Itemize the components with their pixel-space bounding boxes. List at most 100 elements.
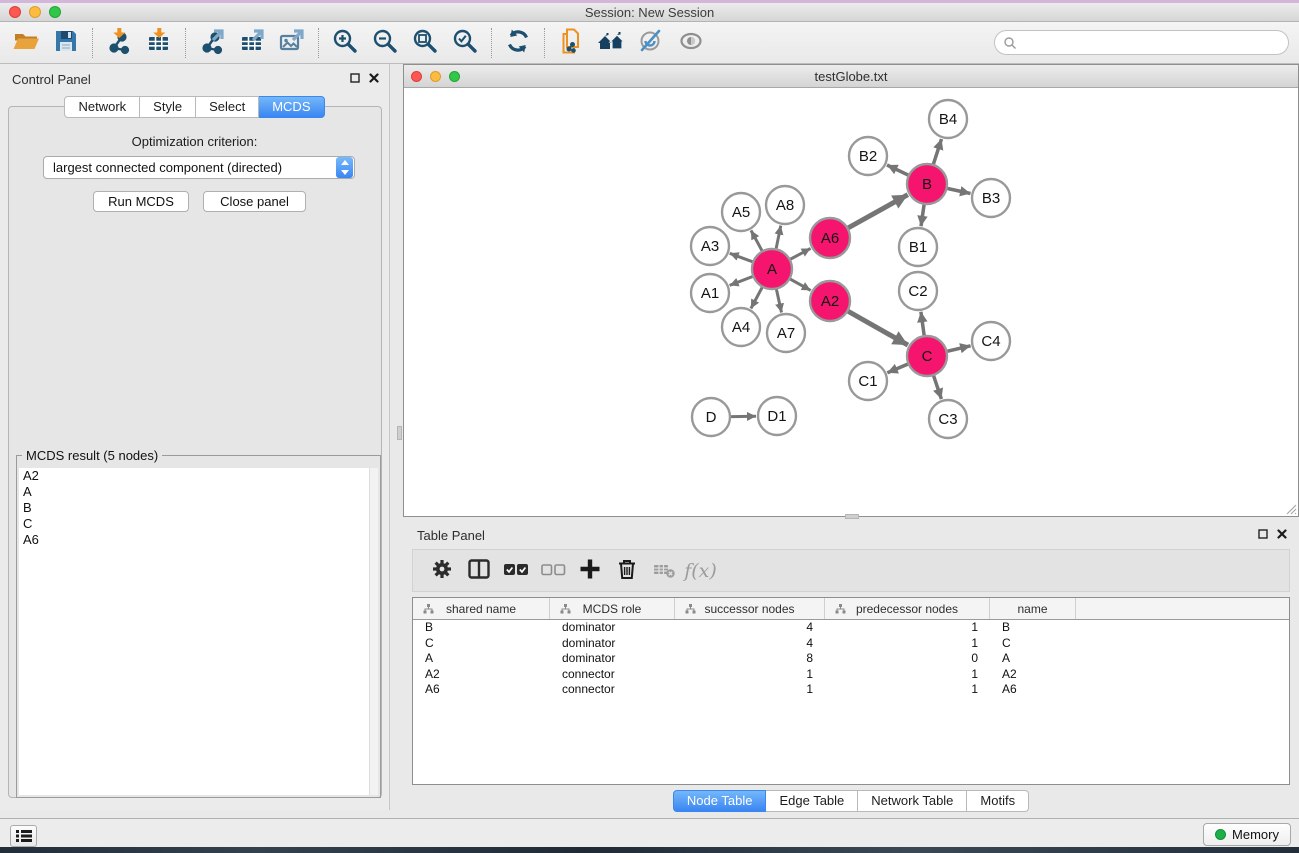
export-table-button[interactable] <box>232 25 272 61</box>
tab-mcds[interactable]: MCDS <box>259 96 324 118</box>
tab-style[interactable]: Style <box>140 96 196 118</box>
resize-grip-icon[interactable] <box>1283 501 1297 515</box>
table-cell[interactable]: connector <box>550 667 675 683</box>
column-header-successor-nodes[interactable]: successor nodes <box>675 598 825 619</box>
table-cell[interactable]: 4 <box>675 620 825 636</box>
network-node-D1[interactable]: D1 <box>758 397 796 435</box>
vizmapper-button[interactable] <box>631 25 671 61</box>
save-session-button[interactable] <box>46 25 86 61</box>
export-image-button[interactable] <box>272 25 312 61</box>
refresh-button[interactable] <box>498 25 538 61</box>
network-node-C3[interactable]: C3 <box>929 400 967 438</box>
network-node-A3[interactable]: A3 <box>691 227 729 265</box>
show-hide-button[interactable] <box>671 25 711 61</box>
network-node-A5[interactable]: A5 <box>722 193 760 231</box>
zoom-in-button[interactable] <box>325 25 365 61</box>
network-node-A1[interactable]: A1 <box>691 274 729 312</box>
network-node-D[interactable]: D <box>692 398 730 436</box>
zoom-selected-button[interactable] <box>445 25 485 61</box>
table-cell[interactable]: 8 <box>675 651 825 667</box>
table-cell[interactable]: B <box>990 620 1076 636</box>
table-cell[interactable]: 0 <box>825 651 990 667</box>
float-panel-button[interactable] <box>350 73 360 83</box>
table-cell[interactable]: 1 <box>675 682 825 698</box>
columns-button[interactable] <box>460 553 497 589</box>
result-item[interactable]: B <box>19 500 369 516</box>
network-node-A7[interactable]: A7 <box>767 314 805 352</box>
table-row[interactable]: Bdominator41B <box>413 620 1289 636</box>
select-all-button[interactable] <box>497 553 534 589</box>
add-row-button[interactable] <box>571 553 608 589</box>
duplicate-network-button[interactable] <box>551 25 591 61</box>
column-header-MCDS-role[interactable]: MCDS role <box>550 598 675 619</box>
deselect-all-button[interactable] <box>534 553 571 589</box>
column-header-shared-name[interactable]: shared name <box>413 598 550 619</box>
network-node-A2[interactable]: A2 <box>810 281 850 321</box>
table-cell[interactable]: dominator <box>550 620 675 636</box>
tab-node-table[interactable]: Node Table <box>673 790 767 812</box>
table-cell[interactable]: C <box>413 636 550 652</box>
delete-row-button[interactable] <box>608 553 645 589</box>
table-cell[interactable]: A2 <box>413 667 550 683</box>
settings-button[interactable] <box>423 553 460 589</box>
search-field[interactable] <box>994 30 1289 55</box>
result-item[interactable]: A2 <box>19 468 369 484</box>
import-network-button[interactable] <box>99 25 139 61</box>
table-cell[interactable]: 1 <box>825 667 990 683</box>
table-cell[interactable]: A <box>413 651 550 667</box>
table-cell[interactable]: 4 <box>675 636 825 652</box>
network-node-B3[interactable]: B3 <box>972 179 1010 217</box>
result-item[interactable]: A6 <box>19 532 369 548</box>
export-network-button[interactable] <box>192 25 232 61</box>
criterion-dropdown[interactable]: largest connected component (directed) <box>43 156 355 179</box>
memory-button[interactable]: Memory <box>1203 823 1291 846</box>
table-row[interactable]: A6connector11A6 <box>413 682 1289 698</box>
network-node-B1[interactable]: B1 <box>899 228 937 266</box>
home-button[interactable] <box>591 25 631 61</box>
network-node-A6[interactable]: A6 <box>810 218 850 258</box>
search-input[interactable] <box>1017 36 1288 50</box>
table-cell[interactable]: 1 <box>825 620 990 636</box>
tab-select[interactable]: Select <box>196 96 259 118</box>
vertical-splitter-handle[interactable] <box>397 426 402 440</box>
network-node-B2[interactable]: B2 <box>849 137 887 175</box>
tab-edge-table[interactable]: Edge Table <box>766 790 858 812</box>
table-cell[interactable]: connector <box>550 682 675 698</box>
table-row[interactable]: Cdominator41C <box>413 636 1289 652</box>
result-scrollbar[interactable] <box>369 468 378 795</box>
table-row[interactable]: A2connector11A2 <box>413 667 1289 683</box>
close-table-panel-button[interactable] <box>1277 529 1287 539</box>
network-node-A4[interactable]: A4 <box>722 308 760 346</box>
network-canvas[interactable]: AA1A2A3A4A5A6A7A8BB1B2B3B4CC1C2C3C4DD1 <box>404 88 1298 516</box>
task-history-button[interactable] <box>10 825 37 847</box>
zoom-fit-button[interactable] <box>405 25 445 61</box>
table-cell[interactable]: C <box>990 636 1076 652</box>
close-panel-button[interactable] <box>369 73 379 83</box>
tab-network[interactable]: Network <box>64 96 140 118</box>
network-node-B[interactable]: B <box>907 164 947 204</box>
network-node-A[interactable]: A <box>752 249 792 289</box>
network-node-C4[interactable]: C4 <box>972 322 1010 360</box>
network-node-B4[interactable]: B4 <box>929 100 967 138</box>
network-node-C2[interactable]: C2 <box>899 272 937 310</box>
table-cell[interactable]: dominator <box>550 636 675 652</box>
table-cell[interactable]: 1 <box>825 636 990 652</box>
open-session-button[interactable] <box>6 25 46 61</box>
network-node-C1[interactable]: C1 <box>849 362 887 400</box>
table-cell[interactable]: A2 <box>990 667 1076 683</box>
close-panel-button-2[interactable]: Close panel <box>203 191 306 212</box>
table-cell[interactable]: 1 <box>675 667 825 683</box>
result-item[interactable]: A <box>19 484 369 500</box>
table-cell[interactable]: dominator <box>550 651 675 667</box>
horizontal-splitter-handle[interactable] <box>845 514 859 519</box>
network-node-A8[interactable]: A8 <box>766 186 804 224</box>
tab-motifs[interactable]: Motifs <box>967 790 1029 812</box>
result-item[interactable]: C <box>19 516 369 532</box>
zoom-out-button[interactable] <box>365 25 405 61</box>
table-row[interactable]: Adominator80A <box>413 651 1289 667</box>
tab-network-table[interactable]: Network Table <box>858 790 967 812</box>
column-header-predecessor-nodes[interactable]: predecessor nodes <box>825 598 990 619</box>
table-cell[interactable]: B <box>413 620 550 636</box>
table-cell[interactable]: 1 <box>825 682 990 698</box>
import-table-button[interactable] <box>139 25 179 61</box>
